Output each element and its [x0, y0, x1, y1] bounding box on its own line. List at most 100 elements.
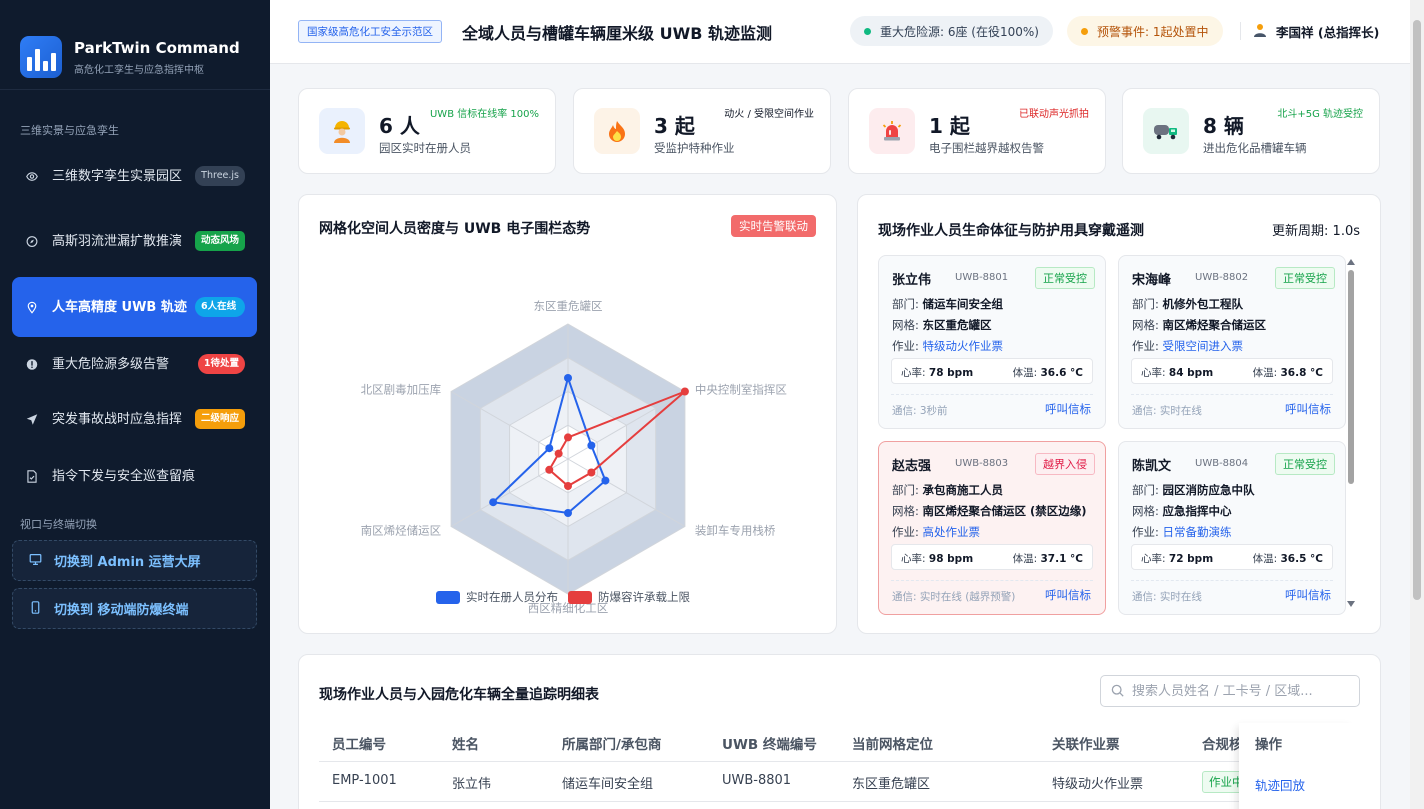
heart-rate-value: 78 bpm — [928, 367, 974, 379]
call-beacon-button[interactable]: 呼叫信标 — [1285, 401, 1331, 417]
body-temp-value: 36.5 °C — [1280, 553, 1323, 565]
work-ticket-link[interactable]: 受限空间进入票 — [1163, 339, 1244, 353]
call-beacon-button[interactable]: 呼叫信标 — [1045, 587, 1091, 603]
body-temp: 体温: 36.5 °C — [1253, 551, 1323, 566]
stat-note: 北斗+5G 轨迹受控 — [1277, 109, 1363, 120]
sidebar-item-badge: 6人在线 — [195, 297, 245, 317]
column-header: 当前网格定位 — [852, 737, 933, 753]
switch-mobile-terminal-button[interactable]: 切换到 移动端防爆终端 — [12, 588, 257, 629]
heart-rate-label: 心率: — [901, 553, 929, 565]
comm-status: 通信: 实时在线 — [1132, 591, 1202, 603]
sidebar-item-gaussian-plume[interactable]: 高斯羽流泄漏扩散推演 动态风场 — [12, 216, 257, 266]
cell-name: 张立伟 — [452, 777, 492, 792]
stat-label: 电子围栏越界越权告警 — [929, 141, 1044, 155]
personnel-vitals-card[interactable]: 赵志强 UWB-8803 越界入侵 部门: 承包商施工人员 网格: 南区烯烃聚合储运区 … — [878, 441, 1106, 615]
sidebar-item-hazard-alert[interactable]: 重大危险源多级告警 1待处置 — [12, 348, 257, 380]
vitals-readout: 心率: 98 bpm 体温: 37.1 °C — [891, 544, 1093, 570]
grid-row: 网格: 南区烯烃聚合储运区 — [1132, 317, 1266, 333]
grid-row: 网格: 应急指挥中心 — [1132, 503, 1232, 519]
cell-department: 储运车间安全组 — [562, 777, 654, 792]
track-replay-link[interactable]: 轨迹回放 — [1255, 775, 1305, 794]
card-divider — [1131, 580, 1333, 581]
status-badge: 正常受控 — [1275, 453, 1335, 475]
sidebar-item-uwb-tracking[interactable]: 人车高精度 UWB 轨迹 6人在线 — [12, 277, 257, 337]
stat-label: 进出危化品槽罐车辆 — [1203, 141, 1307, 155]
sidebar-item-3d-twin[interactable]: 三维数字孪生实景园区 Three.js — [12, 151, 257, 201]
brand: ParkTwin Command 高危化工孪生与应急指挥中枢 — [0, 0, 270, 90]
call-beacon-button[interactable]: 呼叫信标 — [1045, 401, 1091, 417]
stat-card-special-ops: 3 起 受监护特种作业 动火 / 受限空间作业 — [573, 88, 831, 174]
vitals-panel: 现场作业人员生命体征与防护用具穿戴遥测 更新周期: 1.0s 张立伟 UWB-88… — [857, 194, 1381, 634]
personnel-vitals-card[interactable]: 宋海峰 UWB-8802 正常受控 部门: 机修外包工程队 网格: 南区烯烃聚合储运区作… — [1118, 255, 1346, 429]
sidebar-item-command-log[interactable]: 指令下发与安全巡查留痕 — [12, 460, 257, 492]
stat-label: 受监护特种作业 — [654, 141, 735, 155]
call-beacon-button[interactable]: 呼叫信标 — [1285, 587, 1331, 603]
zone-tag: 国家级高危化工安全示范区 — [298, 20, 442, 43]
header-divider — [1240, 22, 1241, 40]
sidebar-item-label: 高斯羽流泄漏扩散推演 — [52, 233, 183, 249]
body-temp-label: 体温: — [1252, 553, 1281, 565]
row-label: 网格: — [1132, 504, 1163, 518]
vitals-readout: 心率: 84 bpm 体温: 36.8 °C — [1131, 358, 1333, 384]
personnel-vitals-card[interactable]: 张立伟 UWB-8801 正常受控 部门: 储运车间安全组 网格: 东区重危罐区 作业: … — [878, 255, 1106, 429]
vitals-scrollbar[interactable] — [1347, 257, 1355, 609]
truck-icon — [1143, 108, 1189, 154]
sidebar-item-badge: Three.js — [195, 166, 245, 186]
warning-event-pill[interactable]: 预警事件: 1起处置中 — [1067, 16, 1223, 46]
search-icon — [1111, 682, 1124, 701]
work-ticket-link[interactable]: 日常备勤演练 — [1163, 525, 1232, 539]
hazard-source-text: 重大危险源: 6座 (在役100%) — [880, 24, 1039, 39]
department-value: 承包商施工人员 — [922, 483, 1004, 497]
search-field[interactable] — [1100, 675, 1360, 707]
heart-rate: 心率: 78 bpm — [901, 365, 973, 380]
page-scrollbar-thumb[interactable] — [1413, 20, 1421, 600]
uwb-tag-id: UWB-8803 — [955, 458, 1009, 469]
sidebar-item-label: 人车高精度 UWB 轨迹 — [52, 299, 187, 315]
brand-subtitle: 高危化工孪生与应急指挥中枢 — [74, 64, 204, 76]
heart-rate-value: 98 bpm — [928, 553, 974, 565]
work-ticket-link[interactable]: 高处作业票 — [923, 525, 981, 539]
row-label: 作业: — [892, 339, 923, 353]
stat-card-tanker-trucks: 8 辆 进出危化品槽罐车辆 北斗+5G 轨迹受控 — [1122, 88, 1380, 174]
switch-admin-screen-button[interactable]: 切换到 Admin 运营大屏 — [12, 540, 257, 581]
tracking-table-panel: 现场作业人员与入园危化车辆全量追踪明细表 员工编号 姓名 所属部门/承包商 UW… — [298, 654, 1381, 809]
stat-value: 1 起 — [929, 114, 970, 138]
body-temp-value: 36.6 °C — [1040, 367, 1083, 379]
department-row: 部门: 承包商施工人员 — [892, 482, 1003, 498]
search-input[interactable] — [1132, 683, 1342, 699]
legend-label: 防爆容许承载上限 — [598, 590, 690, 604]
work-ticket-link[interactable]: 特级动火作业票 — [923, 339, 1004, 353]
column-header: 姓名 — [452, 737, 479, 753]
radar-data-point — [564, 433, 572, 442]
stat-value: 6 人 — [379, 114, 420, 138]
column-header: 合规核 — [1202, 737, 1243, 753]
body-temp-value: 37.1 °C — [1040, 553, 1083, 565]
status-dot-icon — [1081, 27, 1088, 35]
vitals-card-list[interactable]: 张立伟 UWB-8801 正常受控 部门: 储运车间安全组 网格: 东区重危罐区 作业: … — [858, 195, 1382, 615]
job-row: 作业: 特级动火作业票 — [892, 338, 1003, 354]
radar-data-point — [545, 465, 554, 474]
switch-button-label: 切换到 Admin 运营大屏 — [54, 555, 201, 570]
radar-data-point — [489, 498, 498, 507]
stat-note: UWB 信标在线率 100% — [429, 109, 539, 120]
cell-employee-id: EMP-1001 — [332, 773, 397, 788]
personnel-vitals-card[interactable]: 陈凯文 UWB-8804 正常受控 部门: 园区消防应急中队 网格: 应急指挥中心 作业:… — [1118, 441, 1346, 615]
row-label: 部门: — [1132, 297, 1163, 311]
user-menu[interactable]: 李国祥 (总指挥长) — [1254, 22, 1379, 41]
personnel-name: 张立伟 — [892, 273, 932, 288]
uwb-tag-id: UWB-8802 — [1195, 272, 1249, 283]
page-scrollbar[interactable] — [1410, 0, 1424, 809]
heart-rate: 心率: 84 bpm — [1141, 365, 1213, 380]
compass-icon — [26, 235, 38, 247]
heart-rate: 心率: 98 bpm — [901, 551, 973, 566]
radar-data-point — [564, 509, 572, 517]
sidebar-item-emergency-command[interactable]: 突发事故战时应急指挥 二级响应 — [12, 394, 257, 444]
status-dot-icon — [864, 27, 871, 35]
body-temp-label: 体温: — [1252, 367, 1281, 379]
mobile-icon — [29, 599, 42, 618]
uwb-tag-id: UWB-8804 — [1195, 458, 1249, 469]
radar-data-point — [564, 374, 572, 382]
heart-rate-label: 心率: — [1141, 553, 1169, 565]
personnel-name: 宋海峰 — [1132, 273, 1172, 288]
heart-rate-value: 72 bpm — [1168, 553, 1214, 565]
